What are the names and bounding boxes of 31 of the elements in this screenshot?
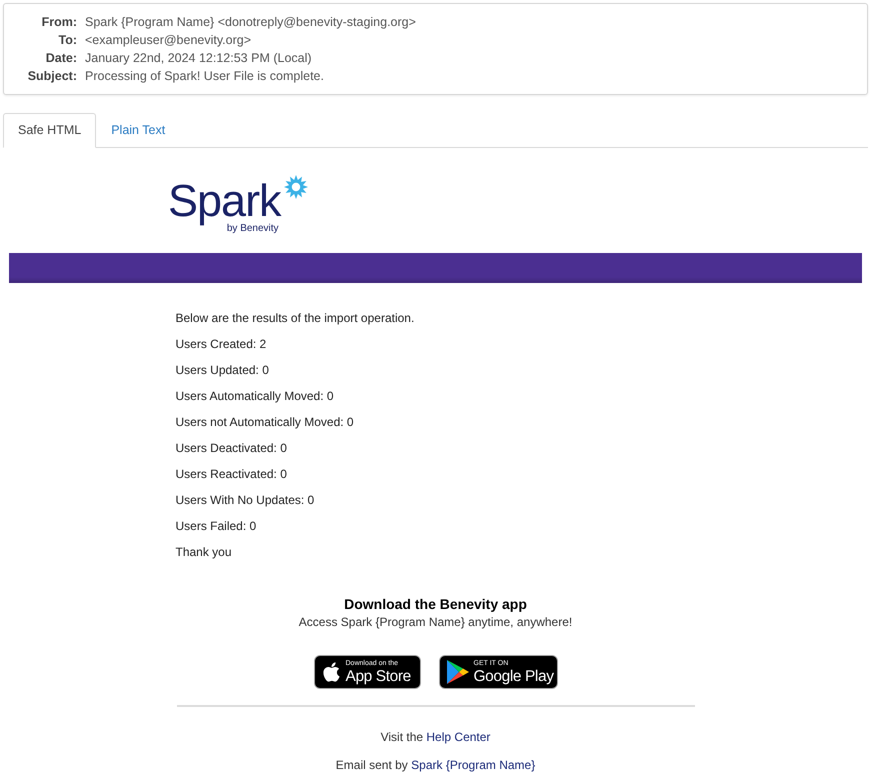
header-value: <exampleuser@benevity.org>: [85, 32, 252, 49]
header-value: January 22nd, 2024 12:12:53 PM (Local): [85, 50, 312, 67]
header-label: From:: [40, 14, 77, 31]
logo-wordmark: Spark: [168, 179, 281, 223]
header-label: Date:: [44, 50, 77, 67]
promo-heading: Download the Benevity app: [344, 595, 527, 613]
body-text: Users Created: 2: [176, 336, 266, 353]
tab[interactable]: Plain Text: [96, 113, 180, 148]
promo-subheading: Access Spark {Program Name} anytime, anywhere!: [298, 614, 572, 631]
body-text: Below are the results of the import operation.: [176, 310, 414, 327]
footer-text: Email sent by Spark {Program Name}: [336, 757, 536, 774]
footer-link[interactable]: Spark {Program Name}: [411, 758, 536, 772]
footer-text: Visit the Help Center: [380, 729, 490, 746]
body-text: Users Reactivated: 0: [176, 466, 287, 483]
logo-tagline: by Benevity: [226, 223, 279, 235]
sparkle-icon: [284, 175, 308, 199]
header-label: Subject:: [26, 68, 77, 85]
body-text: Users Automatically Moved: 0: [176, 388, 334, 405]
tab[interactable]: Safe HTML: [3, 113, 96, 148]
body-text: Thank you: [176, 544, 232, 561]
apple-icon: [322, 661, 340, 683]
footer-link[interactable]: Help Center: [426, 730, 490, 744]
play-triangle-icon: [446, 660, 468, 684]
header-value: Spark {Program Name} <donotreply@benevity-staging.org>: [85, 14, 416, 31]
body-text: Users Deactivated: 0: [176, 440, 287, 457]
header-label: To:: [57, 32, 77, 49]
body-text: Users Updated: 0: [176, 362, 269, 379]
body-text: Users not Automatically Moved: 0: [176, 414, 354, 431]
header-value: Processing of Spark! User File is complete.: [85, 68, 324, 85]
body-text: Users Failed: 0: [176, 518, 256, 535]
body-text: Users With No Updates: 0: [176, 492, 314, 509]
